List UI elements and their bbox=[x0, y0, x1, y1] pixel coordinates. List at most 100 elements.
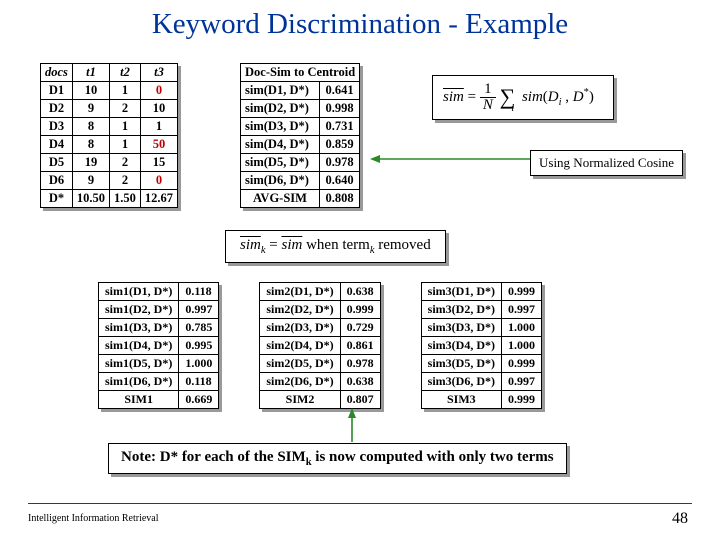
text: removed bbox=[374, 237, 430, 253]
cell: sim3(D5, D*) bbox=[421, 355, 501, 373]
text: k bbox=[261, 245, 266, 256]
cell: 2 bbox=[110, 100, 141, 118]
cell: 0.638 bbox=[340, 283, 380, 301]
cell: 0.995 bbox=[179, 337, 219, 355]
formula-avg-sim: sim = 1 N ∑i sim(Di , D*) bbox=[432, 75, 614, 120]
sim1-avg-val: 0.669 bbox=[179, 391, 219, 409]
cell: 0.999 bbox=[340, 301, 380, 319]
cell: sim(D3, D*) bbox=[241, 118, 320, 136]
cell: sim3(D1, D*) bbox=[421, 283, 501, 301]
cell: D2 bbox=[41, 100, 73, 118]
cell: 1 bbox=[110, 136, 141, 154]
cell: 8 bbox=[72, 118, 109, 136]
slide: Keyword Discrimination - Example docs t1… bbox=[0, 0, 720, 540]
footer-divider bbox=[28, 503, 692, 504]
cell: 8 bbox=[72, 136, 109, 154]
centroid-val: 10.50 bbox=[72, 190, 109, 208]
cell: 19 bbox=[72, 154, 109, 172]
sim2-avg-val: 0.807 bbox=[340, 391, 380, 409]
cell: sim2(D3, D*) bbox=[260, 319, 340, 337]
cell: sim1(D3, D*) bbox=[99, 319, 179, 337]
t2-header: t2 bbox=[110, 64, 141, 82]
cell: sim(D1, D*) bbox=[241, 82, 320, 100]
cell: sim2(D6, D*) bbox=[260, 373, 340, 391]
cell: sim(D4, D*) bbox=[241, 136, 320, 154]
avg-sim-label: AVG-SIM bbox=[241, 190, 320, 208]
cell: 0.999 bbox=[501, 283, 541, 301]
cell: D6 bbox=[41, 172, 73, 190]
formula-simk: simk = sim when termk removed bbox=[225, 230, 446, 263]
sim2-avg-label: SIM2 bbox=[260, 391, 340, 409]
note-text: Note: D* for each of the SIM bbox=[121, 449, 306, 465]
cell: 0.859 bbox=[319, 136, 359, 154]
sim1-table: sim1(D1, D*)0.118 sim1(D2, D*)0.997 sim1… bbox=[98, 282, 219, 409]
cell: D4 bbox=[41, 136, 73, 154]
cell: 1.000 bbox=[179, 355, 219, 373]
page-title: Keyword Discrimination - Example bbox=[0, 8, 720, 41]
note-text: is now computed with only two terms bbox=[312, 449, 554, 465]
cell: sim3(D3, D*) bbox=[421, 319, 501, 337]
note-box: Note: D* for each of the SIMk is now com… bbox=[108, 443, 567, 474]
cell: 0 bbox=[140, 172, 177, 190]
cell: sim1(D1, D*) bbox=[99, 283, 179, 301]
cell: sim(D5, D*) bbox=[241, 154, 320, 172]
cell: 0.640 bbox=[319, 172, 359, 190]
cell: sim2(D5, D*) bbox=[260, 355, 340, 373]
sim-tables-container: sim1(D1, D*)0.118 sim1(D2, D*)0.997 sim1… bbox=[98, 282, 542, 409]
cell: 10 bbox=[140, 100, 177, 118]
cell: 0.999 bbox=[501, 355, 541, 373]
cell: 0.731 bbox=[319, 118, 359, 136]
cell: sim1(D2, D*) bbox=[99, 301, 179, 319]
cell: 0.997 bbox=[501, 373, 541, 391]
text: sim bbox=[281, 237, 302, 253]
cell: sim(D2, D*) bbox=[241, 100, 320, 118]
docs-header: docs bbox=[41, 64, 73, 82]
cell: D5 bbox=[41, 154, 73, 172]
text: sim bbox=[240, 237, 261, 253]
cell: D1 bbox=[41, 82, 73, 100]
cell: 0.997 bbox=[179, 301, 219, 319]
centroid-label: D* bbox=[41, 190, 73, 208]
cell: 9 bbox=[72, 172, 109, 190]
cell: sim2(D4, D*) bbox=[260, 337, 340, 355]
centroid-sim-table: Doc-Sim to Centroid sim(D1, D*)0.641 sim… bbox=[240, 63, 360, 208]
cell: 9 bbox=[72, 100, 109, 118]
cell: 0.729 bbox=[340, 319, 380, 337]
cell: 0.861 bbox=[340, 337, 380, 355]
t1-header: t1 bbox=[72, 64, 109, 82]
cell: 1 bbox=[110, 82, 141, 100]
sim1-avg-label: SIM1 bbox=[99, 391, 179, 409]
cell: sim1(D6, D*) bbox=[99, 373, 179, 391]
cell: D3 bbox=[41, 118, 73, 136]
cell: 10 bbox=[72, 82, 109, 100]
cell: 0.997 bbox=[501, 301, 541, 319]
sim3-table: sim3(D1, D*)0.999 sim3(D2, D*)0.997 sim3… bbox=[421, 282, 542, 409]
cell: 1 bbox=[140, 118, 177, 136]
arrow-icon bbox=[346, 408, 358, 444]
cell: sim3(D4, D*) bbox=[421, 337, 501, 355]
cell: 1.000 bbox=[501, 319, 541, 337]
centroid-sim-header: Doc-Sim to Centroid bbox=[241, 64, 360, 82]
cell: 0.641 bbox=[319, 82, 359, 100]
cell: sim2(D1, D*) bbox=[260, 283, 340, 301]
cell: sim3(D2, D*) bbox=[421, 301, 501, 319]
cell: 0.118 bbox=[179, 373, 219, 391]
cell: 0.785 bbox=[179, 319, 219, 337]
t3-header: t3 bbox=[140, 64, 177, 82]
cell: sim1(D5, D*) bbox=[99, 355, 179, 373]
text: = bbox=[269, 237, 281, 253]
cell: 0.118 bbox=[179, 283, 219, 301]
centroid-val: 12.67 bbox=[140, 190, 177, 208]
cell: sim(D6, D*) bbox=[241, 172, 320, 190]
sim2-table: sim2(D1, D*)0.638 sim2(D2, D*)0.999 sim2… bbox=[259, 282, 380, 409]
cell: 15 bbox=[140, 154, 177, 172]
cell: sim2(D2, D*) bbox=[260, 301, 340, 319]
sim3-avg-val: 0.999 bbox=[501, 391, 541, 409]
cell: 50 bbox=[140, 136, 177, 154]
cell: 0.978 bbox=[319, 154, 359, 172]
avg-sim-val: 0.808 bbox=[319, 190, 359, 208]
sim3-avg-label: SIM3 bbox=[421, 391, 501, 409]
docs-table: docs t1 t2 t3 D11010 D29210 D3811 D48150… bbox=[40, 63, 178, 208]
footer-source: Intelligent Information Retrieval bbox=[28, 513, 159, 524]
cell: 0 bbox=[140, 82, 177, 100]
